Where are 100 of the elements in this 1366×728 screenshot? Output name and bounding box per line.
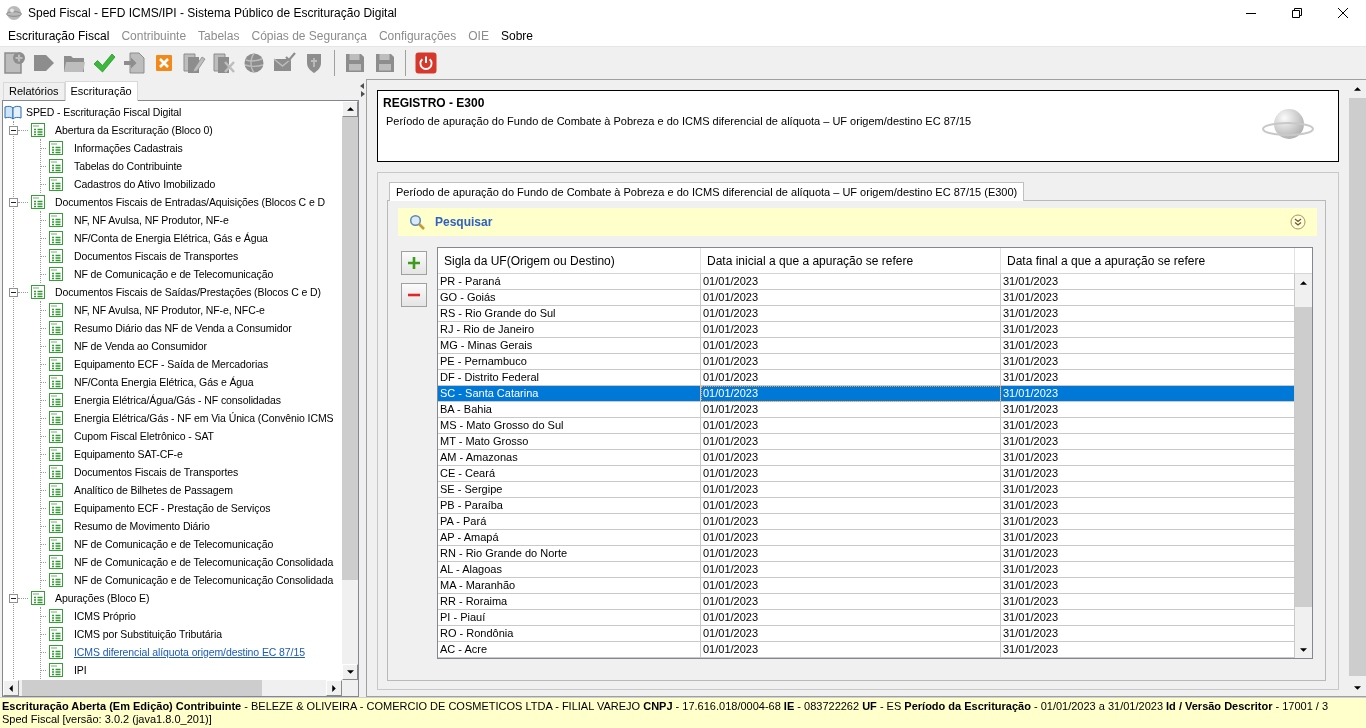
checkmark-icon[interactable] xyxy=(92,51,116,75)
collapse-icon[interactable] xyxy=(9,197,18,207)
table-row[interactable]: SE - Sergipe 01/01/2023 31/01/2023 xyxy=(438,482,1295,498)
table-row[interactable]: RN - Rio Grande do Norte 01/01/2023 31/01/2023 xyxy=(438,546,1295,562)
table-cell: 01/01/2023 xyxy=(701,466,1001,482)
tree-item[interactable]: NF de Comunicação e de Telecomunicação Consolidada xyxy=(74,554,334,570)
tree-item[interactable]: NF, NF Avulsa, NF Produtor, NF-e xyxy=(74,212,229,228)
table-cell: AM - Amazonas xyxy=(438,450,701,466)
scroll-down-button[interactable] xyxy=(342,664,358,680)
table-row[interactable]: RS - Rio Grande do Sul 01/01/2023 31/01/2023 xyxy=(438,306,1295,322)
table-row[interactable]: PA - Pará 01/01/2023 31/01/2023 xyxy=(438,514,1295,530)
table-row[interactable]: AM - Amazonas 01/01/2023 31/01/2023 xyxy=(438,450,1295,466)
search-icon xyxy=(409,214,425,230)
splitter-arrows-icon[interactable] xyxy=(360,83,365,97)
tree-item[interactable]: ICMS diferencial alíquota origem/destino EC 87/15 xyxy=(74,644,305,660)
table-row[interactable]: MG - Minas Gerais 01/01/2023 31/01/2023 xyxy=(438,338,1295,354)
triangle-left-icon xyxy=(9,684,13,692)
menu-item[interactable]: Sobre xyxy=(494,27,539,45)
tab[interactable]: Período de apuração do Fundo de Combate à Pobreza e do ICMS diferencial de alíquota – UF origem/destino EC 87/15 (E300) xyxy=(389,182,1025,201)
tree-item[interactable]: NF de Comunicação e de Telecomunicação Consolidada xyxy=(74,572,334,588)
tree-item[interactable]: Analítico de Bilhetes de Passagem xyxy=(74,482,233,498)
table-row[interactable]: AC - Acre 01/01/2023 31/01/2023 xyxy=(438,642,1295,658)
tree-item[interactable]: Cadastros do Ativo Imobilizado xyxy=(74,176,216,192)
column-header[interactable]: Sigla da UF(Origem ou Destino) xyxy=(438,248,701,273)
tree-item[interactable]: Resumo de Movimento Diário xyxy=(74,518,210,534)
table-cell: 31/01/2023 xyxy=(1001,402,1295,418)
tree-item[interactable]: NF de Comunicação e de Telecomunicação xyxy=(74,266,274,282)
table-cell: CE - Ceará xyxy=(438,466,701,482)
table-row[interactable]: CE - Ceará 01/01/2023 31/01/2023 xyxy=(438,466,1295,482)
table-row[interactable]: AL - Alagoas 01/01/2023 31/01/2023 xyxy=(438,562,1295,578)
scroll-right-button[interactable] xyxy=(326,680,342,696)
table-cell: MG - Minas Gerais xyxy=(438,338,701,354)
table-cell: 01/01/2023 xyxy=(701,386,1001,402)
tree-item[interactable]: Documentos Fiscais de Saídas/Prestações (Blocos C e D) xyxy=(55,284,321,300)
table-cell: RJ - Rio de Janeiro xyxy=(438,322,701,338)
add-button[interactable] xyxy=(401,251,427,275)
scroll-up-button[interactable] xyxy=(342,101,358,117)
table-cell: 01/01/2023 xyxy=(701,274,1001,290)
double-chevron-down-icon[interactable] xyxy=(1290,214,1306,230)
table-cell: 01/01/2023 xyxy=(701,498,1001,514)
tree-item[interactable]: NF, NF Avulsa, NF Produtor, NF-e, NFC-e xyxy=(74,302,265,318)
table-row[interactable]: MA - Maranhão 01/01/2023 31/01/2023 xyxy=(438,578,1295,594)
tree-item[interactable]: NF de Comunicação e de Telecomunicação xyxy=(74,536,274,552)
table-row[interactable]: GO - Goiás 01/01/2023 31/01/2023 xyxy=(438,290,1295,306)
scrollbar-thumb[interactable] xyxy=(342,117,358,580)
tree-item[interactable]: Documentos Fiscais de Entradas/Aquisições (Blocos C e D xyxy=(55,194,325,210)
tree-item[interactable]: Apurações (Bloco E) xyxy=(55,590,150,606)
triangle-down-icon xyxy=(1300,647,1307,652)
table-row[interactable]: RR - Roraima 01/01/2023 31/01/2023 xyxy=(438,594,1295,610)
table-row[interactable]: MT - Mato Grosso 01/01/2023 31/01/2023 xyxy=(438,434,1295,450)
power-icon[interactable] xyxy=(414,51,438,75)
sheet-icon xyxy=(48,266,64,282)
tree-item[interactable]: NF/Conta Energia Elétrica, Gás e Água xyxy=(74,374,254,390)
tree-item[interactable]: Resumo Diário das NF de Venda a Consumidor xyxy=(74,320,292,336)
tree-item[interactable]: Equipamento ECF - Prestação de Serviços xyxy=(74,500,271,516)
tree-item[interactable]: IPI xyxy=(74,662,87,678)
tree-item[interactable]: ICMS por Substituição Tributária xyxy=(74,626,222,642)
search-label[interactable]: Pesquisar xyxy=(435,215,493,229)
tab[interactable]: Relatórios xyxy=(3,82,65,100)
tree-item[interactable]: Documentos Fiscais de Transportes xyxy=(74,464,239,480)
tree-item[interactable]: Energia Elétrica/Água/Gás - NF consolidadas xyxy=(74,392,281,408)
menu-item[interactable]: Escrituração Fiscal xyxy=(2,27,116,45)
tree-item[interactable]: Abertura da Escrituração (Bloco 0) xyxy=(55,122,213,138)
table-row[interactable]: BA - Bahia 01/01/2023 31/01/2023 xyxy=(438,402,1295,418)
tree-item[interactable]: Documentos Fiscais de Transportes xyxy=(74,248,239,264)
column-header[interactable]: Data inicial a que a apuração se refere xyxy=(701,248,1001,273)
table-cell: 31/01/2023 xyxy=(1001,354,1295,370)
table-row[interactable]: MS - Mato Grosso do Sul 01/01/2023 31/01/2023 xyxy=(438,418,1295,434)
search-panel-header[interactable]: Pesquisar xyxy=(398,208,1317,236)
table-cell: 01/01/2023 xyxy=(701,482,1001,498)
table-row[interactable]: PI - Piauí 01/01/2023 31/01/2023 xyxy=(438,610,1295,626)
scroll-left-button[interactable] xyxy=(3,680,19,696)
table-row[interactable]: AP - Amapá 01/01/2023 31/01/2023 xyxy=(438,530,1295,546)
table-row[interactable]: RJ - Rio de Janeiro 01/01/2023 31/01/2023 xyxy=(438,322,1295,338)
collapse-icon[interactable] xyxy=(9,593,18,603)
table-row[interactable]: PE - Pernambuco 01/01/2023 31/01/2023 xyxy=(438,354,1295,370)
tree-item[interactable]: Equipamento ECF - Saída de Mercadorias xyxy=(74,356,269,372)
table-cell: RS - Rio Grande do Sul xyxy=(438,306,701,322)
tree-item[interactable]: Cupom Fiscal Eletrônico - SAT xyxy=(74,428,214,444)
collapse-icon[interactable] xyxy=(9,125,18,135)
column-header[interactable]: Data final a que a apuração se refere xyxy=(1001,248,1295,273)
collapse-icon[interactable] xyxy=(9,287,18,297)
tree-item[interactable]: NF/Conta de Energia Elétrica, Gás e Água xyxy=(74,230,268,246)
table-row[interactable]: SC - Santa Catarina 01/01/2023 31/01/2023 xyxy=(438,386,1295,402)
tree-item[interactable]: Informações Cadastrais xyxy=(74,140,183,156)
table-cell: 01/01/2023 xyxy=(701,530,1001,546)
table-row[interactable]: RO - Rondônia 01/01/2023 31/01/2023 xyxy=(438,626,1295,642)
tree-item[interactable]: Energia Elétrica/Gás - NF em Via Única (Convênio ICMS xyxy=(74,410,334,426)
tree-item[interactable]: SPED - Escrituração Fiscal Digital xyxy=(26,104,182,120)
tree-item[interactable]: ICMS Próprio xyxy=(74,608,136,624)
sheet-icon xyxy=(30,590,46,606)
tree-item[interactable]: Tabelas do Contribuinte xyxy=(74,158,183,174)
tree-item[interactable]: NF de Venda ao Consumidor xyxy=(74,338,207,354)
table-row[interactable]: PB - Paraíba 01/01/2023 31/01/2023 xyxy=(438,498,1295,514)
table-cell: 31/01/2023 xyxy=(1001,466,1295,482)
tab[interactable]: Escrituração xyxy=(64,81,138,101)
table-row[interactable]: PR - Paraná 01/01/2023 31/01/2023 xyxy=(438,274,1295,290)
scrollbar-thumb[interactable] xyxy=(22,680,262,696)
remove-button[interactable] xyxy=(401,283,427,307)
tree-item[interactable]: Equipamento SAT-CF-e xyxy=(74,446,183,462)
